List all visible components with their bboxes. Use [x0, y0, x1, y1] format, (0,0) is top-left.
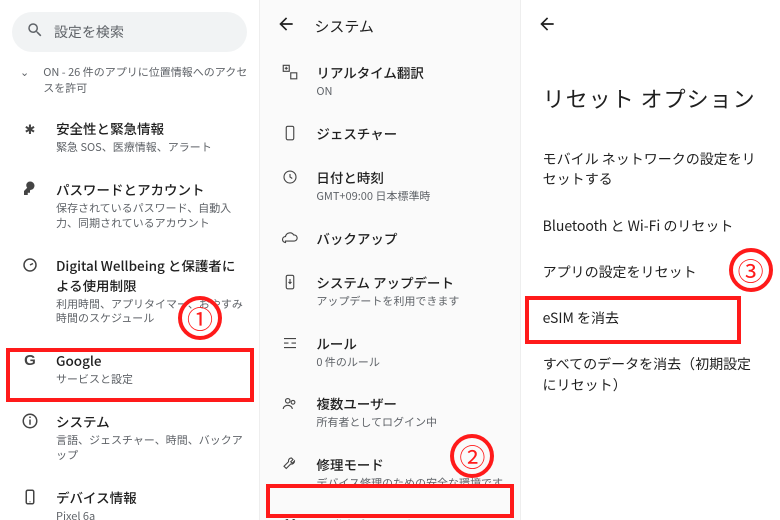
- system-item-backup[interactable]: バックアップ: [260, 216, 519, 260]
- update-icon: [280, 272, 300, 292]
- search-placeholder: 設定を検索: [54, 22, 124, 42]
- system-item-developer[interactable]: { } 開発者向けオプシ: [260, 503, 519, 520]
- repair-icon: [280, 454, 300, 474]
- clock-icon: [280, 167, 300, 187]
- phone-icon: [20, 487, 40, 507]
- reset-item-factory[interactable]: すべてのデータを消去（初期設定にリセット）: [521, 341, 780, 408]
- settings-item-wellbeing[interactable]: Digital Wellbeing と保護者による使用制限 利用時間、アプリタイ…: [0, 243, 259, 339]
- search-icon: [26, 21, 44, 44]
- system-item-datetime[interactable]: 日付と時刻GMT+09:00 日本標準時: [260, 155, 519, 216]
- back-icon[interactable]: [276, 14, 296, 38]
- system-pane: システム リアルタイム翻訳ON ジェスチャー 日付と時刻GMT+09:00 日本…: [259, 0, 519, 520]
- info-icon: [20, 411, 40, 431]
- item-title: 安全性と緊急情報: [56, 118, 212, 138]
- settings-item-device[interactable]: デバイス情報 Pixel 6a: [0, 475, 259, 520]
- location-access-summary: ⌄ ON - 26 件のアプリに位置情報へのアクセスを許可: [0, 60, 259, 106]
- google-icon: G: [20, 350, 40, 370]
- system-item-rules[interactable]: ルール0 件のルール: [260, 321, 519, 382]
- system-item-multiuser[interactable]: 複数ユーザー所有者としてログイン中: [260, 381, 519, 442]
- settings-root-pane: 設定を検索 ⌄ ON - 26 件のアプリに位置情報へのアクセスを許可 ✱ 安全…: [0, 0, 259, 520]
- reset-item-esim[interactable]: eSIM を消去: [521, 295, 780, 341]
- system-item-update[interactable]: システム アップデートアップデートを利用できます: [260, 260, 519, 321]
- system-item-translate[interactable]: リアルタイム翻訳ON: [260, 50, 519, 111]
- item-sub: 緊急 SOS、医療情報、アラート: [56, 140, 212, 155]
- header-title: システム: [314, 16, 374, 37]
- reset-item-bt-wifi[interactable]: Bluetooth と Wi-Fi のリセット: [521, 203, 780, 249]
- pane-header: [521, 0, 780, 48]
- reset-item-mobile[interactable]: モバイル ネットワークの設定をリセットする: [521, 136, 780, 203]
- cloud-icon: [280, 228, 300, 248]
- translate-icon: [280, 62, 300, 82]
- chevron-down-icon: ⌄: [20, 64, 29, 80]
- settings-item-safety[interactable]: ✱ 安全性と緊急情報 緊急 SOS、医療情報、アラート: [0, 106, 259, 167]
- gesture-icon: [280, 123, 300, 143]
- asterisk-icon: ✱: [20, 118, 40, 138]
- rules-icon: [280, 333, 300, 353]
- reset-options-pane: リセット オプション モバイル ネットワークの設定をリセットする Bluetoo…: [520, 0, 780, 520]
- key-icon: [20, 179, 40, 199]
- developer-icon: { }: [280, 515, 300, 520]
- wellbeing-icon: [20, 255, 40, 275]
- page-title: リセット オプション: [521, 48, 780, 136]
- back-icon[interactable]: [537, 14, 557, 38]
- settings-item-system[interactable]: システム 言語、ジェスチャー、時間、バックアップ: [0, 399, 259, 475]
- settings-item-passwords[interactable]: パスワードとアカウント 保存されているパスワード、自動入力、同期されているアカウ…: [0, 167, 259, 243]
- pane-header: システム: [260, 0, 519, 48]
- system-item-repair[interactable]: 修理モードデバイス修理のための安全な環境です: [260, 442, 519, 503]
- reset-item-app[interactable]: アプリの設定をリセット: [521, 249, 780, 295]
- users-icon: [280, 393, 300, 413]
- settings-item-google[interactable]: G Google サービスと設定: [0, 338, 259, 399]
- search-bar[interactable]: 設定を検索: [12, 12, 247, 52]
- system-item-gesture[interactable]: ジェスチャー: [260, 111, 519, 155]
